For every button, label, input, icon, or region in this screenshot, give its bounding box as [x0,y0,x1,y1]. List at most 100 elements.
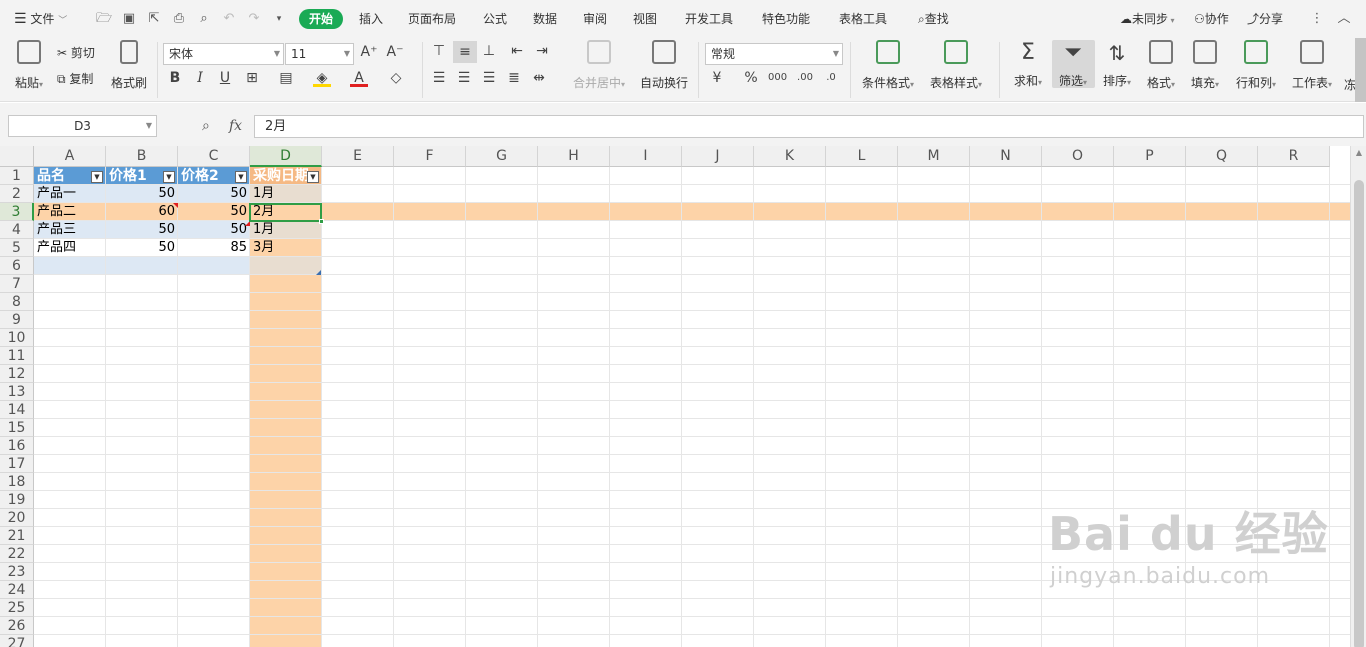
column-header-i[interactable]: I [610,146,682,167]
increase-decimal-icon[interactable]: .00 [796,69,814,87]
print-preview-icon[interactable]: ⌕ [196,11,212,27]
row-header-17[interactable]: 17 [0,455,34,473]
tab-special-features[interactable]: 特色功能 [762,9,810,29]
sort-button[interactable]: ⇅ 排序▾ [1100,40,1134,89]
table-resize-handle[interactable] [316,270,321,275]
tab-review[interactable]: 审阅 [583,9,607,29]
cell[interactable]: 产品四 [34,239,106,257]
column-header-e[interactable]: E [322,146,394,167]
font-name-select[interactable]: 宋体 ▼ [163,43,284,65]
row-header-5[interactable]: 5 [0,239,34,257]
row-header-1[interactable]: 1 [0,167,34,185]
column-header-k[interactable]: K [754,146,826,167]
row-header-20[interactable]: 20 [0,509,34,527]
percent-icon[interactable]: % [742,69,760,87]
align-right-icon[interactable]: ☰ [480,69,498,87]
tab-page-layout[interactable]: 页面布局 [408,9,456,29]
row-header-23[interactable]: 23 [0,563,34,581]
column-header-d[interactable]: D [250,146,322,167]
increase-indent-icon[interactable]: ⇥ [533,42,551,60]
open-folder-icon[interactable]: 🗁 [96,11,112,27]
sum-button[interactable]: Σ 求和▾ [1011,40,1045,89]
align-top-icon[interactable]: ⊤ [430,42,448,60]
ribbon-scroll[interactable] [1355,38,1366,102]
fx-icon[interactable]: fx [229,118,242,134]
row-header-13[interactable]: 13 [0,383,34,401]
row-header-10[interactable]: 10 [0,329,34,347]
row-header-14[interactable]: 14 [0,401,34,419]
column-header-g[interactable]: G [466,146,538,167]
row-header-18[interactable]: 18 [0,473,34,491]
row-header-8[interactable]: 8 [0,293,34,311]
number-format-select[interactable]: 常规 ▼ [705,43,843,65]
wrap-text-button[interactable]: 自动换行 [640,40,688,91]
column-header-h[interactable]: H [538,146,610,167]
row-header-6[interactable]: 6 [0,257,34,275]
merge-center-button[interactable]: 合并居中▾ [570,40,628,91]
row-header-21[interactable]: 21 [0,527,34,545]
cell[interactable]: 50 [106,185,178,203]
undo-icon[interactable]: ↶ [221,11,237,27]
row-header-25[interactable]: 25 [0,599,34,617]
row-header-3[interactable]: 3 [0,203,34,221]
collapse-ribbon-icon[interactable]: ︿ [1336,11,1352,27]
cell[interactable]: 产品三 [34,221,106,239]
scroll-up-icon[interactable]: ▲ [1351,148,1366,157]
customize-toolbar-icon[interactable]: ▾ [271,11,287,27]
align-left-icon[interactable]: ☰ [430,69,448,87]
file-menu[interactable]: ☰ 文件 ﹀ [14,0,67,38]
column-header-l[interactable]: L [826,146,898,167]
borders-icon[interactable]: ⊞ [243,69,261,87]
fill-handle[interactable] [319,219,324,224]
row-header-9[interactable]: 9 [0,311,34,329]
tab-developer[interactable]: 开发工具 [685,9,733,29]
format-painter-button[interactable]: 格式刷 [110,40,148,91]
cell[interactable]: 1月 [250,185,322,203]
collab-button[interactable]: ⚇协作 [1194,9,1229,29]
decrease-decimal-icon[interactable]: .0 [822,69,840,87]
fill-pattern-icon[interactable]: ▤ [277,69,295,87]
redo-icon[interactable]: ↷ [246,11,262,27]
distributed-icon[interactable]: ⇹ [530,69,548,87]
cell[interactable]: 产品二 [34,203,106,221]
filter-dropdown-icon[interactable]: ▼ [235,171,247,183]
cell[interactable]: 3月 [250,239,322,257]
fill-button[interactable]: 填充▾ [1188,40,1222,91]
cell[interactable]: 50 [106,221,178,239]
row-header-22[interactable]: 22 [0,545,34,563]
column-header-f[interactable]: F [394,146,466,167]
column-header-n[interactable]: N [970,146,1042,167]
font-color-icon[interactable]: A [350,69,368,87]
align-middle-icon[interactable]: ≡ [453,41,477,63]
filter-dropdown-icon[interactable]: ▼ [91,171,103,183]
cell[interactable]: 1月 [250,221,322,239]
column-header-q[interactable]: Q [1186,146,1258,167]
column-header-m[interactable]: M [898,146,970,167]
formula-input[interactable]: 2月 [254,115,1364,138]
search-button[interactable]: ⌕查找 [918,9,949,29]
save-icon[interactable]: ▣ [121,11,137,27]
cell[interactable]: 50 [178,185,250,203]
filter-button[interactable]: ⏷ 筛选▾ [1054,40,1092,89]
decrease-font-icon[interactable]: A⁻ [386,43,404,61]
name-box[interactable]: D3 ▼ [8,115,157,137]
thousands-icon[interactable]: 000 [768,69,787,87]
spreadsheet-grid[interactable]: ABCDEFGHIJKLMNOPQR 1 2 3 4 5 6 7 8 9 10 11 12 13 14 15… [0,146,1366,647]
cut-button[interactable]: ✂ 剪切 [57,44,95,61]
conditional-format-button[interactable]: 条件格式▾ [860,40,916,91]
column-header-o[interactable]: O [1042,146,1114,167]
row-header-26[interactable]: 26 [0,617,34,635]
row-header-16[interactable]: 16 [0,437,34,455]
share-button[interactable]: ⤴分享 [1247,9,1283,29]
column-header-p[interactable]: P [1114,146,1186,167]
filter-dropdown-icon[interactable]: ▼ [163,171,175,183]
cell[interactable]: 50 [178,203,250,221]
filter-dropdown-icon[interactable]: ▼ [307,171,319,183]
underline-icon[interactable]: U [216,69,234,87]
cell[interactable]: 50 [106,239,178,257]
tab-formulas[interactable]: 公式 [483,9,507,29]
worksheet-button[interactable]: 工作表▾ [1289,40,1335,91]
tab-view[interactable]: 视图 [633,9,657,29]
column-header-a[interactable]: A [34,146,106,167]
cell[interactable]: 50 [178,221,250,239]
